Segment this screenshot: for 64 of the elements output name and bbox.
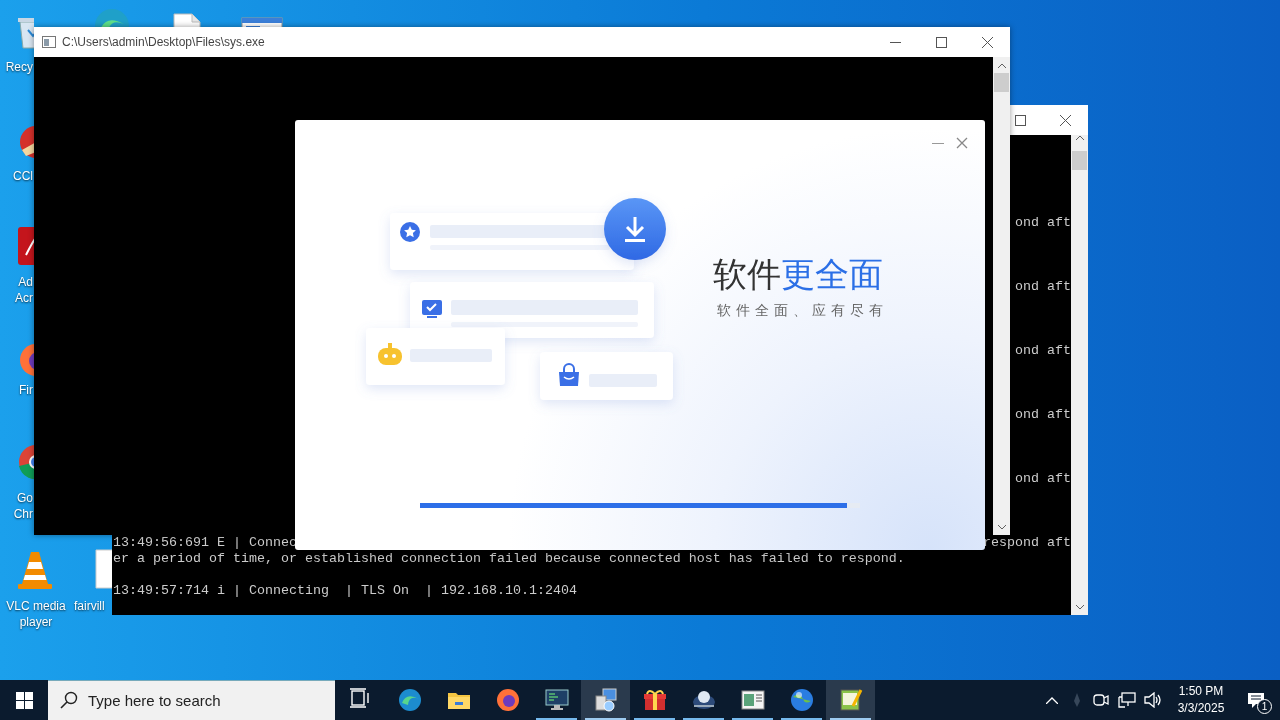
desktop-icon-label[interactable]: Recy: [0, 59, 33, 75]
browser-icon: [397, 688, 422, 712]
clock-time: 1:50 PM: [1178, 683, 1224, 700]
desktop-icon-label[interactable]: Ad Acr: [0, 274, 33, 306]
notification-button[interactable]: 1: [1232, 680, 1280, 720]
desktop-icon-label[interactable]: Fir: [0, 382, 33, 398]
maximize-icon: [1014, 114, 1026, 126]
scroll-down-icon: [997, 525, 1006, 530]
console-icon: [42, 36, 56, 48]
minimize-icon: [932, 142, 944, 144]
console-line: 13:49:56:691 E | Connec: [113, 535, 297, 551]
gift-icon: [642, 688, 667, 712]
volume-icon[interactable]: [1144, 692, 1162, 708]
taskbar-app-button[interactable]: [826, 680, 875, 720]
windows-logo-icon: [15, 691, 33, 709]
scroll-thumb[interactable]: [1072, 151, 1087, 170]
running-indicator: [732, 718, 773, 720]
network-icon[interactable]: [1118, 692, 1136, 708]
scroll-up-icon: [997, 63, 1006, 68]
running-indicator: [830, 718, 871, 720]
dialog-title: 软件更全面: [713, 254, 883, 294]
running-indicator: [536, 718, 577, 720]
clock-date: 3/3/2025: [1177, 700, 1225, 717]
console-line: ond aft: [1015, 471, 1071, 487]
close-button[interactable]: [956, 137, 968, 149]
desktop-icon-label[interactable]: Go Chr: [0, 490, 33, 522]
maximize-icon: [935, 36, 947, 48]
console-line: ond aft: [1015, 279, 1071, 295]
notepad-icon: [838, 688, 863, 712]
dialog-subtitle: 软件全面、应有尽有: [717, 301, 888, 320]
console-line: respond aft: [983, 535, 1071, 551]
close-icon: [956, 137, 968, 149]
desktop-icon-label[interactable]: VLC media player: [0, 598, 72, 630]
browser-icon: [495, 688, 520, 712]
running-indicator: [634, 718, 675, 720]
console-line: 13:49:57:714 i | Connecting | TLS On | 192.168.10.1:2404: [113, 583, 577, 599]
monitor-icon: [544, 688, 569, 712]
installer-icon: [593, 688, 618, 712]
search-icon: [60, 691, 78, 709]
running-indicator: [683, 718, 724, 720]
scrollbar[interactable]: [993, 57, 1010, 535]
taskbar-app-button[interactable]: [581, 680, 630, 720]
scrollbar[interactable]: [1071, 135, 1088, 615]
desktop-icon-label[interactable]: CCl: [0, 168, 33, 184]
notification-count: 1: [1257, 699, 1272, 714]
search-field[interactable]: Type here to search: [48, 680, 335, 720]
minimize-icon: [889, 41, 901, 43]
scroll-down-icon: [1075, 605, 1084, 610]
close-icon: [1060, 114, 1071, 126]
console-line: ond aft: [1015, 215, 1071, 231]
scroll-up-icon: [1075, 135, 1084, 140]
window-title: C:\Users\admin\Desktop\Files\sys.exe: [62, 34, 266, 51]
running-indicator: [585, 718, 626, 720]
close-icon: [981, 36, 993, 48]
desktop-icon-label[interactable]: fairvill: [74, 598, 114, 614]
scroll-thumb[interactable]: [994, 73, 1009, 92]
running-indicator: [781, 718, 822, 720]
console-line: ond aft: [1015, 343, 1071, 359]
chevron-up-icon[interactable]: [1046, 696, 1058, 704]
console-line: er a period of time, or established connection failed because connected host has failed to respond.: [113, 551, 905, 567]
camera-icon[interactable]: [1093, 692, 1109, 708]
window-icon: [740, 688, 765, 712]
clock[interactable]: 1:50 PM 3/3/2025: [1170, 683, 1232, 717]
console-line: ond aft: [1015, 407, 1071, 423]
